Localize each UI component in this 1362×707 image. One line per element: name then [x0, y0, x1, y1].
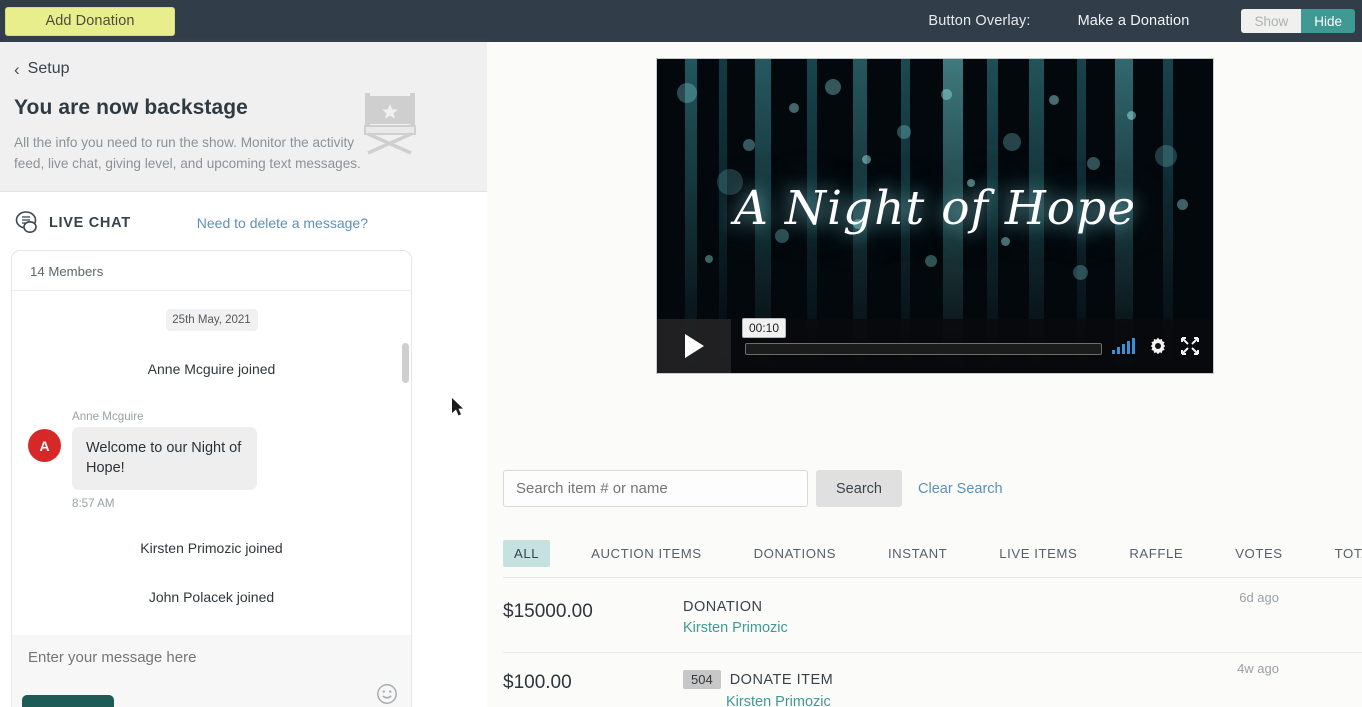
video-progress-bar[interactable] [745, 343, 1102, 355]
director-chair-icon [355, 90, 425, 161]
transaction-list: $15000.00 DONATION Kirsten Primozic 6d a… [503, 582, 1362, 707]
chat-input-area [11, 635, 412, 707]
transaction-person[interactable]: Kirsten Primozic [683, 620, 1362, 636]
transaction-type: DONATE ITEM [729, 671, 834, 688]
members-count: 14 Members [12, 251, 411, 291]
play-button[interactable] [657, 319, 731, 373]
chat-message-body: Anne Mcguire Welcome to our Night of Hop… [72, 410, 257, 510]
tab-donations[interactable]: DONATIONS [743, 540, 847, 567]
tab-live-items[interactable]: LIVE ITEMS [988, 540, 1088, 567]
chat-message-text: Welcome to our Night of Hope! [72, 427, 257, 490]
fullscreen-icon[interactable] [1181, 337, 1199, 355]
clear-search-link[interactable]: Clear Search [918, 481, 1003, 497]
chat-card: 14 Members 25th May, 2021 Anne Mcguire j… [11, 250, 412, 700]
transaction-amount: $15000.00 [503, 601, 593, 622]
item-number-badge: 504 [683, 670, 721, 689]
delete-message-link[interactable]: Need to delete a message? [197, 215, 368, 231]
chat-message-time: 8:57 AM [72, 496, 115, 510]
backstage-header: ‹ Setup You are now backstage All the in… [0, 42, 487, 192]
live-chat-label: LIVE CHAT [49, 215, 131, 231]
add-donation-button[interactable]: Add Donation [5, 6, 175, 36]
category-tabs: ALL AUCTION ITEMS DONATIONS INSTANT LIVE… [503, 540, 1362, 578]
video-title: A Night of Hope [733, 181, 1137, 236]
top-bar-right-group: Button Overlay: Make a Donation Show Hid… [928, 0, 1362, 42]
tab-all[interactable]: ALL [503, 540, 551, 567]
tab-votes[interactable]: VOTES [1224, 540, 1293, 567]
tab-raffle[interactable]: RAFFLE [1118, 540, 1194, 567]
video-right-controls [1112, 337, 1213, 355]
transaction-amount: $100.00 [503, 672, 572, 693]
backstage-app: Add Donation Button Overlay: Make a Dona… [0, 0, 1362, 707]
chat-scrollbar[interactable] [402, 343, 409, 383]
page-description: All the info you need to run the show. M… [14, 135, 361, 172]
setup-label: Setup [27, 60, 70, 77]
setup-back-link[interactable]: ‹ Setup [14, 60, 467, 78]
toggle-show-option[interactable]: Show [1241, 9, 1302, 33]
table-row[interactable]: $100.00 504 DONATE ITEM Kirsten Primozic… [503, 653, 1362, 707]
play-icon [684, 334, 704, 358]
transaction-type: DONATION [683, 599, 763, 615]
send-message-button[interactable] [22, 695, 114, 707]
search-row: Search Clear Search [503, 470, 1003, 507]
button-overlay-label: Button Overlay: [928, 13, 1031, 29]
transaction-timestamp: 6d ago [1239, 590, 1279, 605]
chat-system-message: Anne Mcguire joined [147, 361, 276, 377]
overlay-visibility-toggle[interactable]: Show Hide [1241, 9, 1355, 33]
volume-icon[interactable] [1112, 338, 1135, 354]
tab-auction-items[interactable]: AUCTION ITEMS [580, 540, 712, 567]
chat-system-message: John Polacek joined [148, 588, 275, 605]
chat-bubble-icon [14, 210, 40, 236]
mouse-cursor [452, 398, 466, 418]
chat-message: A Anne Mcguire Welcome to our Night of H… [28, 410, 395, 510]
toggle-hide-option[interactable]: Hide [1301, 9, 1355, 33]
tab-totals[interactable]: TOTALS [1324, 540, 1362, 567]
right-panel: A Night of Hope 00:10 Search item # or n… [487, 42, 1362, 707]
gear-icon[interactable] [1149, 337, 1167, 355]
search-button[interactable]: Search [816, 470, 902, 507]
left-panel: ‹ Setup You are now backstage All the in… [0, 42, 487, 707]
transaction-timestamp: 4w ago [1237, 661, 1279, 676]
chat-date-chip: 25th May, 2021 [165, 309, 258, 331]
button-overlay-value[interactable]: Make a Donation [1078, 13, 1190, 29]
chat-message-list[interactable]: 25th May, 2021 Anne Mcguire joined A Ann… [12, 291, 411, 686]
current-time-label: 00:10 [742, 318, 787, 338]
video-scrubber[interactable]: 00:10 [731, 318, 1112, 373]
chat-system-message: Kirsten Primozic joined [140, 539, 283, 556]
transaction-person[interactable]: Kirsten Primozic [726, 694, 1362, 707]
chevron-left-icon: ‹ [14, 59, 20, 79]
video-controls: 00:10 [657, 318, 1213, 373]
video-player[interactable]: A Night of Hope 00:10 [656, 58, 1214, 374]
chat-message-author: Anne Mcguire [72, 410, 144, 423]
avatar: A [28, 429, 61, 462]
live-chat-header: LIVE CHAT Need to delete a message? [0, 192, 487, 244]
search-input[interactable] [503, 470, 808, 507]
emoji-icon[interactable] [376, 683, 398, 705]
top-bar: Add Donation Button Overlay: Make a Dona… [0, 0, 1362, 42]
table-row[interactable]: $15000.00 DONATION Kirsten Primozic 6d a… [503, 582, 1362, 653]
tab-instant[interactable]: INSTANT [877, 540, 958, 567]
